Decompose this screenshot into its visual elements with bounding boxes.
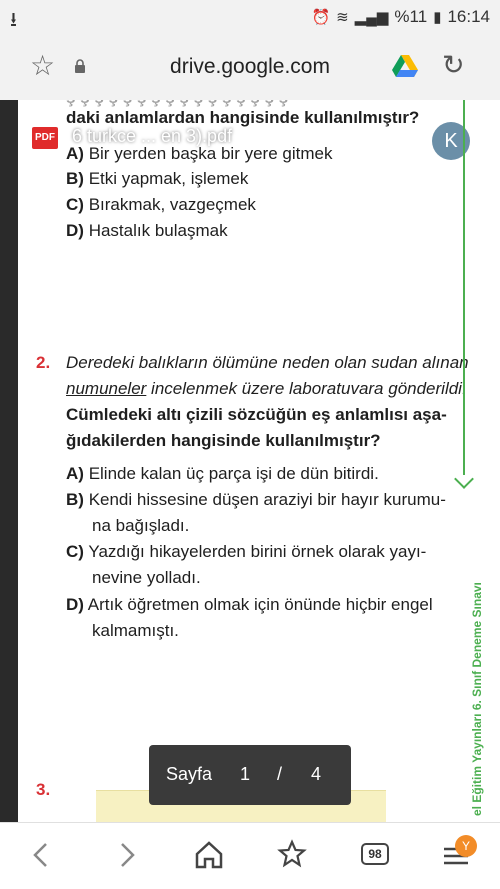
alarm-icon: ⏰	[311, 9, 331, 26]
q2-option-a: A) Elinde kalan üç parça işi de dün biti…	[66, 464, 379, 483]
total-pages: 4	[311, 764, 322, 784]
q2-option-d: D) Artık öğretmen olmak için önünde hiçb…	[66, 595, 433, 614]
wifi-icon: ≋	[336, 9, 349, 26]
battery-percent: %11	[394, 7, 428, 26]
q2-option-b: B) Kendi hissesine düşen araziyi bir hay…	[66, 490, 446, 509]
pdf-file-icon: PDF	[32, 127, 58, 149]
clock: 16:14	[447, 7, 490, 26]
url-field[interactable]: drive.google.com	[0, 55, 500, 79]
pdf-viewer[interactable]: ş ş ş ş ş ş ş ş ş ş ş ş ş ş ş ş daki anl…	[0, 100, 500, 822]
q2-prompt-line1: Cümledeki altı çizili sözcüğün eş anlaml…	[66, 405, 447, 424]
q1-option-c: C) Bırakmak, vazgeçmek	[66, 195, 256, 214]
current-page: 1	[240, 764, 251, 784]
side-divider	[463, 100, 465, 475]
bottom-nav: 98 Y	[0, 822, 500, 889]
q1-option-a: A) Bir yerden başka bir yere gitmek	[66, 144, 333, 163]
browser-toolbar: ☆ drive.google.com ↻	[0, 34, 500, 100]
q1-option-d: D) Hastalık bulaşmak	[66, 221, 228, 240]
reload-icon[interactable]: ↻	[442, 52, 465, 79]
back-icon[interactable]	[22, 835, 62, 875]
q2-option-c: C) Yazdığı hikayelerden birini örnek ola…	[66, 542, 427, 561]
page-separator: /	[277, 764, 283, 784]
forward-icon[interactable]	[106, 835, 146, 875]
q2-option-c-cont: nevine yolladı.	[92, 568, 201, 587]
q2-option-d-cont: kalmamıştı.	[92, 621, 179, 640]
status-indicators: ⏰ ≋ ▂▄▆ %11 ▮ 16:14	[311, 7, 490, 27]
q2-line1: Deredeki balıkların ölümüne neden olan s…	[66, 353, 469, 372]
q1-option-b: B) Etki yapmak, işlemek	[66, 169, 249, 188]
underlined-word: numuneler	[66, 379, 147, 398]
home-icon[interactable]	[189, 835, 229, 875]
tabs-icon[interactable]: 98	[361, 843, 389, 865]
page-edge	[0, 100, 18, 822]
battery-icon: ▮	[433, 9, 442, 26]
q2-prompt-line2: ğıdakilerden hangisinde kullanılmıştır?	[66, 431, 381, 450]
cut-off-line: ş ş ş ş ş ş ş ş ş ş ş ş ş ş ş ş	[66, 100, 288, 108]
google-drive-icon[interactable]	[392, 54, 418, 78]
signal-icon: ▂▄▆	[354, 9, 389, 26]
page-label: Sayfa	[166, 764, 213, 784]
menu-badge: Y	[455, 835, 477, 857]
bookmarks-icon[interactable]	[272, 835, 312, 875]
q2-line2: numuneler incelenmek üzere laboratuvara …	[66, 379, 467, 398]
page-indicator: Sayfa 1 / 4	[149, 745, 351, 805]
q3-number: 3.	[36, 780, 51, 799]
status-bar: ⭳ ⏰ ≋ ▂▄▆ %11 ▮ 16:14	[0, 0, 500, 34]
q2-option-b-cont: na bağışladı.	[92, 516, 190, 535]
side-publisher-label: el Eğitim Yayınları 6. Sınıf Deneme Sına…	[470, 582, 484, 816]
q2-number: 2.	[36, 353, 51, 372]
